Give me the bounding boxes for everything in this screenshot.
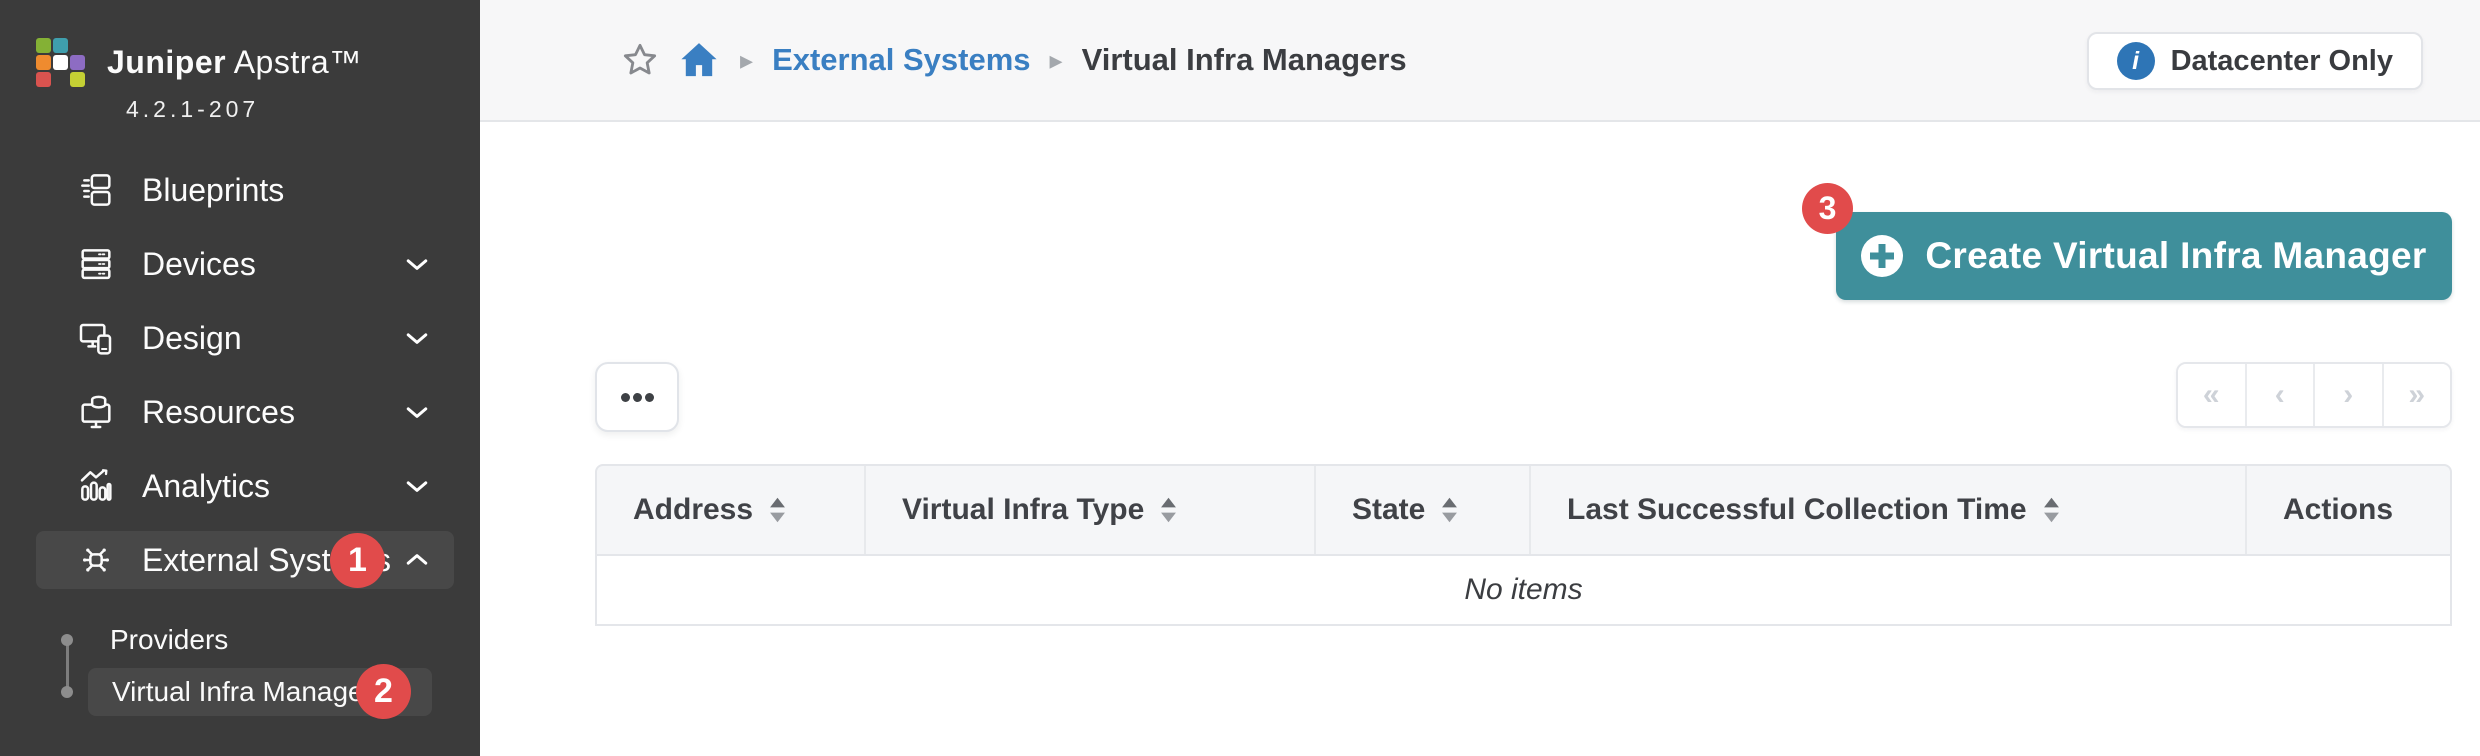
sidebar-item-label: Analytics bbox=[142, 467, 271, 504]
breadcrumb-separator: ▸ bbox=[1049, 44, 1063, 75]
sidebar-subitem-providers[interactable]: Providers bbox=[110, 615, 228, 665]
column-label: State bbox=[1352, 493, 1426, 526]
table-header-row: Address Virtual Infra Type State Last Su… bbox=[595, 464, 2452, 556]
info-icon: i bbox=[2116, 42, 2155, 80]
sidebar-item-analytics[interactable]: Analytics bbox=[0, 449, 480, 523]
datacenter-only-label: Datacenter Only bbox=[2170, 44, 2393, 77]
chevron-down-icon bbox=[402, 249, 432, 279]
pagination-next-button[interactable]: › bbox=[2313, 364, 2382, 426]
sidebar-item-external-systems[interactable]: External Systems bbox=[36, 531, 454, 589]
external-systems-icon bbox=[76, 540, 116, 580]
pagination: « ‹ › » bbox=[2176, 362, 2452, 428]
sort-icon bbox=[2043, 497, 2060, 523]
breadcrumb-current-page: Virtual Infra Managers bbox=[1081, 42, 1407, 77]
devices-icon bbox=[76, 244, 116, 284]
sort-icon bbox=[1160, 497, 1177, 523]
table-options-button[interactable] bbox=[595, 362, 679, 432]
sidebar-item-resources[interactable]: Resources bbox=[0, 375, 480, 449]
column-label: Last Successful Collection Time bbox=[1567, 493, 2027, 526]
column-label: Virtual Infra Type bbox=[902, 493, 1145, 526]
callout-badge-1: 1 bbox=[330, 533, 385, 588]
create-virtual-infra-manager-button[interactable]: Create Virtual Infra Manager bbox=[1836, 212, 2452, 300]
sidebar-subitem-label: Virtual Infra Managers bbox=[112, 676, 387, 707]
datacenter-only-badge[interactable]: i Datacenter Only bbox=[2086, 32, 2423, 90]
column-header-actions: Actions bbox=[2245, 466, 2450, 554]
ellipsis-icon bbox=[644, 392, 654, 402]
sidebar-item-label: Devices bbox=[142, 245, 256, 282]
chevron-up-icon bbox=[402, 545, 432, 575]
sidebar-item-devices[interactable]: Devices bbox=[0, 227, 480, 301]
apstra-logo-icon bbox=[36, 38, 85, 87]
top-bar: ▸ External Systems ▸ Virtual Infra Manag… bbox=[480, 0, 2480, 122]
table-empty-row: No items bbox=[595, 556, 2452, 626]
chevron-down-icon bbox=[402, 397, 432, 427]
column-header-virtual-infra-type[interactable]: Virtual Infra Type bbox=[864, 466, 1314, 554]
brand-name-bold: Juniper bbox=[107, 44, 227, 80]
home-icon[interactable] bbox=[677, 38, 721, 82]
favorite-star-icon[interactable] bbox=[620, 40, 660, 80]
breadcrumb: ▸ External Systems ▸ Virtual Infra Manag… bbox=[620, 0, 1407, 120]
breadcrumb-separator: ▸ bbox=[740, 44, 754, 75]
chevron-down-icon bbox=[402, 323, 432, 353]
create-button-label: Create Virtual Infra Manager bbox=[1925, 235, 2427, 276]
brand-name-light: Apstra™ bbox=[233, 44, 362, 80]
no-items-text: No items bbox=[1464, 573, 1583, 606]
brand-title: Juniper Apstra™ bbox=[107, 44, 362, 81]
main-area: ▸ External Systems ▸ Virtual Infra Manag… bbox=[480, 0, 2480, 756]
app-window: Juniper Apstra™ 4.2.1-207 Blueprints Dev… bbox=[0, 0, 2480, 756]
pagination-last-button[interactable]: » bbox=[2381, 364, 2450, 426]
breadcrumb-link-external-systems[interactable]: External Systems bbox=[772, 42, 1030, 78]
plus-icon bbox=[1861, 235, 1904, 277]
tree-dot bbox=[61, 686, 73, 698]
virtual-infra-managers-table: Address Virtual Infra Type State Last Su… bbox=[595, 464, 2452, 626]
chevron-down-icon bbox=[402, 471, 432, 501]
sort-icon bbox=[769, 497, 786, 523]
sort-icon bbox=[1441, 497, 1458, 523]
callout-badge-3: 3 bbox=[1802, 183, 1853, 234]
sidebar: Juniper Apstra™ 4.2.1-207 Blueprints Dev… bbox=[0, 0, 480, 756]
callout-badge-2: 2 bbox=[356, 664, 411, 719]
sidebar-item-design[interactable]: Design bbox=[0, 301, 480, 375]
pagination-first-button[interactable]: « bbox=[2178, 364, 2245, 426]
design-icon bbox=[76, 318, 116, 358]
sidebar-item-label: Blueprints bbox=[142, 171, 285, 208]
sidebar-item-label: Resources bbox=[142, 393, 295, 430]
tree-dot bbox=[61, 634, 73, 646]
analytics-icon bbox=[76, 466, 116, 506]
ellipsis-icon bbox=[632, 392, 642, 402]
blueprints-icon bbox=[76, 170, 116, 210]
ellipsis-icon bbox=[620, 392, 630, 402]
column-header-state[interactable]: State bbox=[1314, 466, 1529, 554]
sidebar-subitem-label: Providers bbox=[110, 624, 229, 655]
resources-icon bbox=[76, 392, 116, 432]
column-header-last-successful-collection-time[interactable]: Last Successful Collection Time bbox=[1529, 466, 2245, 554]
sidebar-item-blueprints[interactable]: Blueprints bbox=[0, 153, 480, 227]
brand-area[interactable]: Juniper Apstra™ bbox=[36, 38, 362, 87]
sidebar-item-label: Design bbox=[142, 319, 242, 356]
column-header-address[interactable]: Address bbox=[597, 466, 864, 554]
pagination-prev-button[interactable]: ‹ bbox=[2244, 364, 2313, 426]
column-label: Address bbox=[633, 493, 754, 526]
version-label: 4.2.1-207 bbox=[126, 96, 260, 122]
column-label: Actions bbox=[2283, 493, 2394, 526]
